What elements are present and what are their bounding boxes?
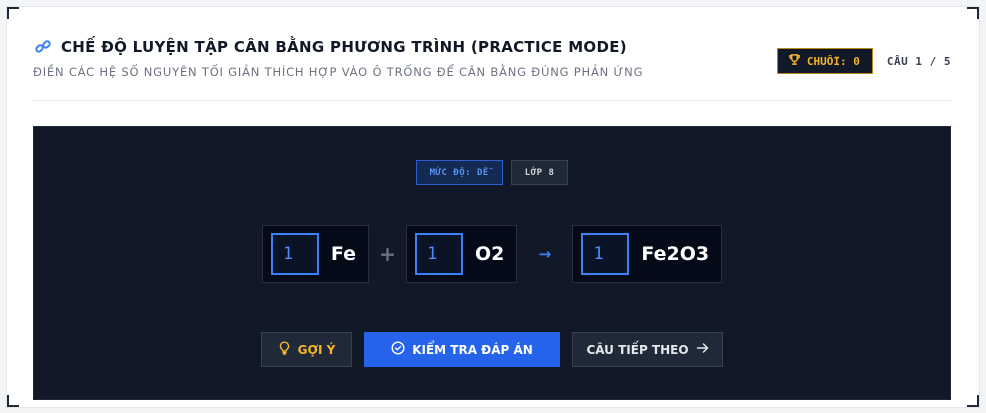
plus-sign: + <box>379 242 396 266</box>
coefficient-input[interactable] <box>415 233 464 275</box>
practice-card: CHẾ ĐỘ LUYỆN TẬP CÂN BẰNG PHƯƠNG TRÌNH (… <box>6 6 980 408</box>
corner-mark <box>7 395 19 407</box>
coefficient-input[interactable] <box>581 233 630 275</box>
tag-row: MỨC ĐỘ: DỄ LỚP 8 <box>34 160 950 185</box>
next-question-button[interactable]: CÂU TIẾP THEO <box>572 332 723 367</box>
corner-mark <box>967 395 979 407</box>
check-circle-icon <box>391 341 405 358</box>
corner-mark <box>7 7 19 19</box>
compound-formula: O2 <box>475 243 505 265</box>
check-answer-button[interactable]: KIỂM TRA ĐÁP ÁN <box>364 332 560 367</box>
page-title: CHẾ ĐỘ LUYỆN TẬP CÂN BẰNG PHƯƠNG TRÌNH (… <box>61 38 627 56</box>
arrow-right-icon <box>696 342 709 357</box>
equation-term: Fe <box>261 225 370 283</box>
hint-label: GỢI Ý <box>297 342 336 357</box>
lightbulb-icon <box>278 341 291 358</box>
reaction-arrow-icon: → <box>538 245 552 263</box>
equation-term: Fe2O3 <box>572 225 723 283</box>
streak-badge: CHUỖI: 0 <box>776 48 873 74</box>
check-answer-label: KIỂM TRA ĐÁP ÁN <box>412 342 533 357</box>
difficulty-tag: MỨC ĐỘ: DỄ <box>415 160 503 185</box>
equation-panel: MỨC ĐỘ: DỄ LỚP 8 Fe + O2 → Fe2O3 <box>33 126 951 400</box>
corner-mark <box>967 7 979 19</box>
next-question-label: CÂU TIẾP THEO <box>586 342 689 357</box>
chemical-equation: Fe + O2 → Fe2O3 <box>34 225 950 283</box>
question-counter: CÂU 1 / 5 <box>886 54 951 68</box>
flask-link-icon <box>33 37 53 57</box>
compound-formula: Fe <box>330 243 357 265</box>
header-status: CHUỖI: 0 CÂU 1 / 5 <box>776 48 951 74</box>
trophy-icon <box>788 53 801 69</box>
hint-button[interactable]: GỢI Ý <box>261 332 352 367</box>
grade-tag: LỚP 8 <box>510 160 569 185</box>
streak-label: CHUỖI: 0 <box>806 54 860 68</box>
page-header: CHẾ ĐỘ LUYỆN TẬP CÂN BẰNG PHƯƠNG TRÌNH (… <box>33 37 951 101</box>
compound-formula: Fe2O3 <box>641 243 710 265</box>
coefficient-input[interactable] <box>270 233 319 275</box>
equation-term: O2 <box>406 225 518 283</box>
action-bar: GỢI Ý KIỂM TRA ĐÁP ÁN CÂU TIẾP THEO <box>34 332 950 367</box>
